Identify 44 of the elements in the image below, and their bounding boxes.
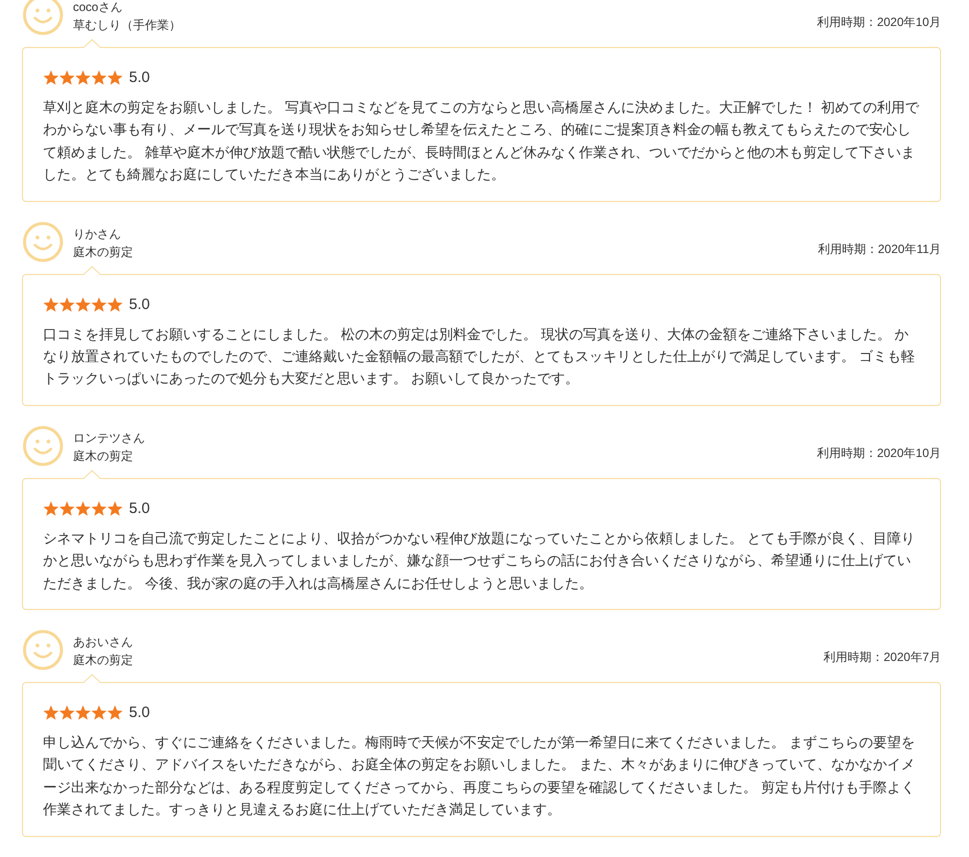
star-icon: [59, 296, 75, 313]
usage-period: 利用時期：2020年10月: [816, 444, 941, 462]
rating-score: 5.0: [129, 68, 150, 88]
star-icon: [91, 500, 107, 517]
review-text: 口コミを拝見してお願いすることにしました。 松の木の剪定は別料金でした。 現状の写真を送り、大体の金額をご連絡下さいました。 かなり放置されていたものでしたので、ご連絡戴いた金額幅の最高額でしたが、とてもスッキリとした仕上がりで満足しています。 ゴミも軽トラックいっぱいにあったので処分も大変だと思います。 お願いして良かったです。: [43, 324, 916, 388]
star-icon: [59, 705, 75, 722]
star-icon: [75, 70, 91, 86]
smiley-avatar-icon: [23, 222, 63, 262]
star-icon: [91, 70, 107, 86]
review-text: 申し込んでから、すぐにご連絡をくださいました。梅雨時で天候が不安定でしたが第一希望日に来てくださいました。 まずこちらの要望を聞いてくださり、アドバイスをいただきながら、お庭全体の剪定をお願いしました。 また、木々があまりに伸びきっていて、なかなかイメージ出来なかった部分などは、ある程度剪定してくださってから、再度こちらの要望を確認してくださいました。 剪定も片付けも手際よく作業されてました。すっきりと見違えるお庭に仕上げていただき満足しています。: [43, 733, 916, 820]
star-icon: [91, 296, 107, 313]
reviewer-name: りかさん: [73, 226, 121, 243]
smiley-avatar-icon: [23, 630, 63, 670]
star-icon: [107, 296, 123, 313]
reviewer-name: cocoさん: [73, 0, 122, 16]
star-icon: [59, 500, 75, 517]
reviewer-name: ロンテツさん: [73, 430, 145, 447]
star-icon: [43, 705, 59, 722]
service-name: 草むしり（手作業）: [73, 17, 181, 34]
star-icon: [43, 296, 59, 313]
smiley-avatar-icon: [23, 0, 63, 35]
star-icon: [75, 296, 91, 313]
star-icon: [75, 705, 91, 722]
star-icon: [91, 705, 107, 722]
usage-period: 利用時期：2020年10月: [816, 14, 941, 31]
service-name: 庭木の剪定: [73, 448, 133, 465]
rating-score: 5.0: [129, 294, 150, 315]
review-text: 草刈と庭木の剪定をお願いしました。 写真や口コミなどを見てこの方ならと思い高橋屋さんに決めました。大正解でした！ 初めての利用でわからない事も有り、メールで写真を送り現状をお知らせし希望を伝えたところ、的確にご提案頂き料金の幅も教えてもらえたので安心して頼めました。 雑草や庭木が伸び放題で酷い状態でしたが、長時間ほとんど休みなく作業され、ついでだからと他の木も剪定して下さいました。とても綺麗なお庭にしていただき本当にありがとうございました。: [43, 98, 920, 184]
service-name: 庭木の剪定: [73, 652, 133, 670]
usage-period: 利用時期：2020年11月: [818, 240, 941, 258]
service-name: 庭木の剪定: [73, 244, 133, 261]
star-icon: [107, 705, 123, 722]
rating-score: 5.0: [129, 498, 150, 519]
smiley-avatar-icon: [23, 426, 63, 466]
reviewer-name: あおいさん: [73, 634, 133, 652]
star-icon: [43, 70, 59, 86]
star-icon: [107, 70, 123, 86]
star-icon: [107, 500, 123, 517]
star-icon: [75, 500, 91, 517]
rating-score: 5.0: [129, 703, 150, 724]
star-icon: [59, 70, 75, 86]
star-icon: [43, 500, 59, 517]
review-text: シネマトリコを自己流で剪定したことにより、収拾がつかない程伸び放題になっていたことから依頼しました。 とても手際が良く、目障りかと思いながらも思わず作業を見入ってしまいましたが、嫌な顔一つせずこちらの話にお付き合いくださりながら、希望通りに仕上げていただきました。 今後、我が家の庭の手入れは高橋屋さんにお任せしようと思いました。: [43, 528, 916, 593]
usage-period: 利用時期：2020年7月: [824, 649, 941, 666]
